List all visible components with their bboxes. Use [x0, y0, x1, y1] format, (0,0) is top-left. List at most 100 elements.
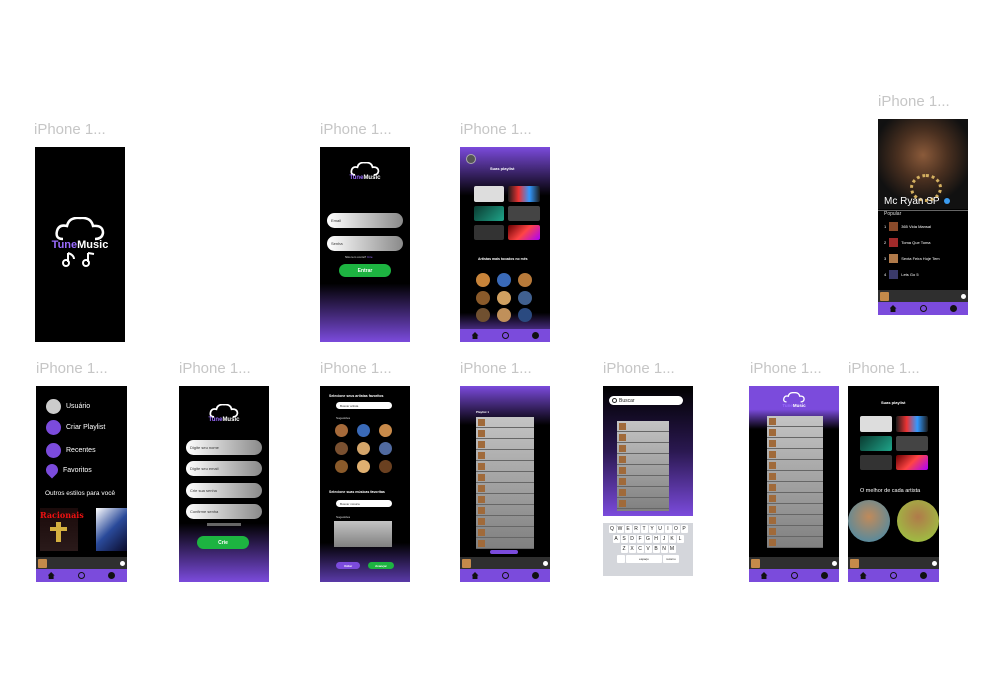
keyboard-key[interactable]: H [652, 535, 660, 543]
email-field[interactable]: Digite seu email [186, 461, 262, 476]
keyboard-key[interactable]: W [616, 525, 624, 533]
keyboard-key[interactable]: B [652, 545, 660, 553]
artist-avatar[interactable] [379, 424, 392, 437]
mini-player[interactable] [878, 290, 968, 302]
playlist-tile[interactable] [896, 455, 928, 470]
list-item[interactable] [767, 449, 823, 460]
signup-link[interactable]: Crie [367, 255, 373, 259]
list-item[interactable] [767, 416, 823, 427]
play-icon[interactable] [832, 560, 837, 566]
playlist-tile[interactable] [508, 206, 540, 221]
list-item[interactable] [617, 443, 669, 454]
search-icon[interactable] [889, 572, 897, 579]
artist-avatar[interactable] [357, 442, 370, 455]
playlist-tile[interactable] [474, 206, 504, 221]
list-item[interactable] [767, 427, 823, 438]
keyboard-key[interactable]: S [620, 535, 628, 543]
search-icon[interactable] [501, 332, 509, 339]
list-item[interactable] [617, 465, 669, 476]
artist-avatar[interactable] [379, 460, 392, 473]
keyboard-key[interactable]: J [660, 535, 668, 543]
playlist-tile[interactable] [508, 225, 540, 240]
list-item[interactable] [767, 504, 823, 515]
keyboard-key[interactable]: F [636, 535, 644, 543]
emoji-key[interactable] [617, 555, 625, 563]
mini-player[interactable] [848, 557, 939, 569]
playlist-tile[interactable] [860, 455, 892, 470]
name-field[interactable]: Digite seu nome [186, 440, 262, 455]
list-item[interactable] [767, 471, 823, 482]
list-item[interactable] [617, 421, 669, 432]
artist-avatar[interactable] [476, 291, 490, 305]
artist-avatar[interactable] [357, 424, 370, 437]
list-item[interactable] [476, 494, 534, 505]
menu-item-user[interactable]: Usuário [46, 399, 90, 414]
list-item[interactable] [476, 527, 534, 538]
next-button[interactable]: Avançar [368, 562, 394, 569]
mini-player[interactable] [36, 557, 127, 569]
return-key[interactable]: retorno [663, 555, 679, 563]
track-row[interactable]: 4 Lets Go 5 [884, 270, 919, 279]
artist-avatar[interactable] [335, 442, 348, 455]
keyboard-key[interactable]: L [676, 535, 684, 543]
track-row[interactable]: 3 Sexta Feira Hoje Tem [884, 254, 940, 263]
search-icon[interactable] [77, 572, 85, 579]
list-item[interactable] [476, 439, 534, 450]
keyboard-key[interactable]: I [664, 525, 672, 533]
space-key[interactable]: espaço [626, 555, 662, 563]
create-button[interactable]: Crie [197, 536, 249, 549]
keyboard-key[interactable]: E [624, 525, 632, 533]
keyboard-key[interactable]: P [680, 525, 688, 533]
list-item[interactable] [617, 498, 669, 509]
library-icon[interactable] [531, 572, 539, 579]
library-icon[interactable] [920, 572, 928, 579]
password-field[interactable]: Crie sua senha [186, 483, 262, 498]
library-icon[interactable] [820, 572, 828, 579]
home-icon[interactable] [47, 572, 55, 579]
keyboard-key[interactable]: T [640, 525, 648, 533]
playlist-tile[interactable] [474, 186, 504, 202]
keyboard-key[interactable]: X [628, 545, 636, 553]
keyboard-key[interactable]: Q [608, 525, 616, 533]
keyboard-key[interactable]: O [672, 525, 680, 533]
home-icon[interactable] [889, 305, 897, 312]
menu-item-create-playlist[interactable]: Criar Playlist [46, 420, 105, 435]
avatar[interactable] [466, 154, 476, 164]
list-item[interactable] [476, 417, 534, 428]
list-item[interactable] [767, 515, 823, 526]
mini-player[interactable] [460, 557, 550, 569]
track-row[interactable]: 2 Toma Que Toma [884, 238, 931, 247]
list-item[interactable] [617, 432, 669, 443]
artist-search[interactable]: Buscar artista [336, 402, 392, 409]
keyboard-key[interactable]: V [644, 545, 652, 553]
menu-item-favorites[interactable]: Favoritos [43, 461, 92, 479]
list-item[interactable] [617, 476, 669, 487]
artist-avatar[interactable] [897, 500, 939, 542]
playlist-tile[interactable] [508, 186, 540, 202]
album-cover[interactable] [96, 508, 127, 551]
search-icon[interactable] [790, 572, 798, 579]
email-field[interactable]: Email [327, 213, 403, 228]
list-item[interactable] [476, 483, 534, 494]
mini-player[interactable] [749, 557, 839, 569]
artist-avatar[interactable] [335, 424, 348, 437]
keyboard-key[interactable]: G [644, 535, 652, 543]
artist-avatar[interactable] [476, 273, 490, 287]
artist-avatar[interactable] [518, 291, 532, 305]
keyboard-key[interactable]: M [668, 545, 676, 553]
keyboard-key[interactable]: K [668, 535, 676, 543]
password-field[interactable]: Senha [327, 236, 403, 251]
keyboard-key[interactable]: A [612, 535, 620, 543]
list-item[interactable] [767, 438, 823, 449]
search-bar[interactable]: Buscar [609, 396, 683, 405]
keyboard-key[interactable]: U [656, 525, 664, 533]
artist-avatar[interactable] [476, 308, 490, 322]
track-row[interactable]: 1 365 Vida Mansal [884, 222, 931, 231]
add-music-button[interactable] [490, 550, 518, 554]
play-icon[interactable] [543, 560, 548, 566]
list-item[interactable] [767, 493, 823, 504]
song-search[interactable]: Buscar música [336, 500, 392, 507]
artist-avatar[interactable] [379, 442, 392, 455]
terms-checkbox[interactable] [207, 523, 241, 526]
playlist-tile[interactable] [896, 416, 928, 432]
